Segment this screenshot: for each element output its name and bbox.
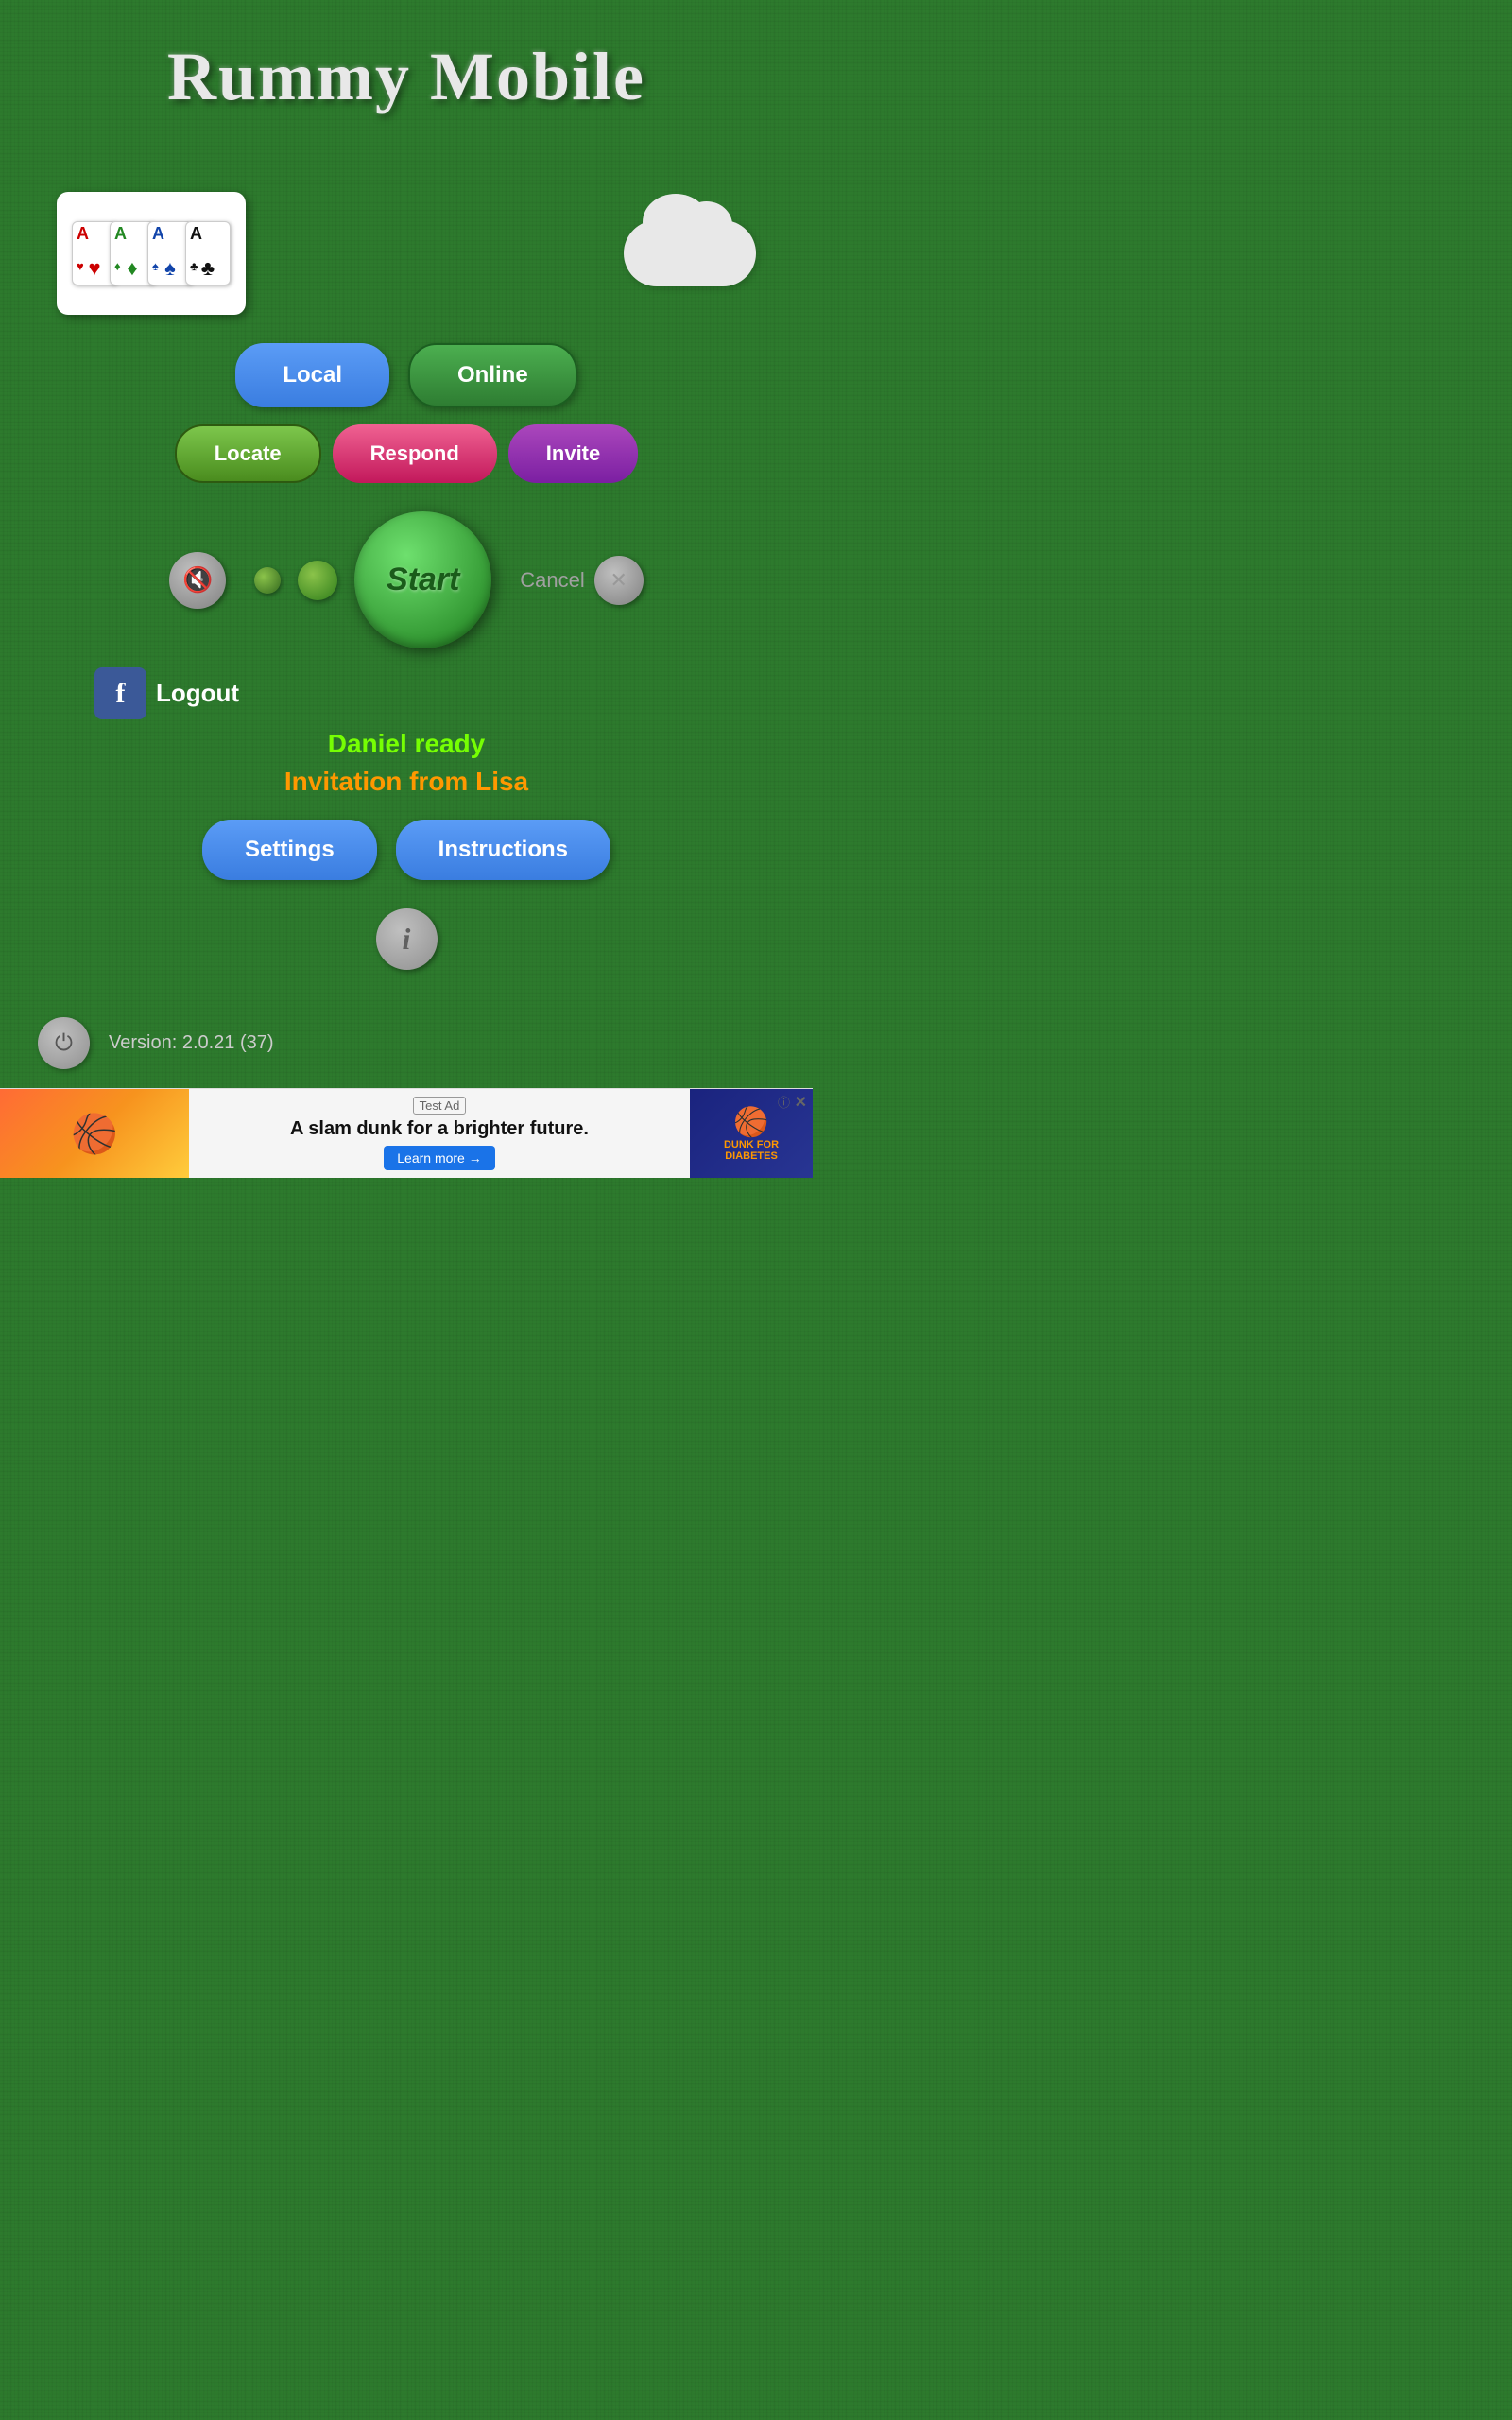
cancel-icon: ✕ — [610, 568, 627, 593]
cards-image: A ♥ ♥ A ♦ ♦ A ♠ ♠ A ♣ ♣ — [57, 192, 246, 315]
ad-image: 🏀 — [0, 1089, 189, 1179]
start-label: Start — [387, 562, 459, 598]
ad-content: Test Ad A slam dunk for a brighter futur… — [189, 1092, 690, 1175]
ad-info-icon[interactable]: ⓘ — [778, 1093, 790, 1111]
mute-icon: 🔇 — [182, 565, 213, 595]
online-button[interactable]: Online — [408, 343, 577, 407]
cancel-button[interactable]: ✕ — [594, 556, 644, 605]
bottom-buttons-row: Settings Instructions — [202, 820, 610, 880]
bottom-row: ⏻ Version: 2.0.21 (37) — [0, 1017, 813, 1069]
start-button[interactable]: Start — [354, 511, 491, 648]
start-area: 🔇 Start Cancel ✕ — [0, 511, 813, 648]
social-row: f Logout — [0, 667, 813, 719]
cloud-decoration — [624, 220, 756, 286]
mode-buttons-row: Local Online — [235, 343, 576, 407]
logout-button[interactable]: Logout — [156, 679, 239, 708]
facebook-icon[interactable]: f — [94, 667, 146, 719]
locate-button[interactable]: Locate — [175, 424, 321, 483]
power-button[interactable]: ⏻ — [38, 1017, 90, 1069]
dot-medium — [298, 561, 337, 600]
game-option-buttons-row: Locate Respond Invite — [175, 424, 639, 483]
card-fan: A ♥ ♥ A ♦ ♦ A ♠ ♠ A ♣ ♣ — [72, 221, 231, 285]
card-clubs: A ♣ ♣ — [185, 221, 231, 285]
start-inner: Start — [254, 511, 491, 648]
app-title: Rummy Mobile — [167, 38, 645, 116]
info-button[interactable]: i — [376, 908, 438, 970]
invite-button[interactable]: Invite — [508, 424, 638, 483]
cancel-text: Cancel — [520, 568, 584, 593]
respond-button[interactable]: Respond — [333, 424, 497, 483]
version-text: Version: 2.0.21 (37) — [109, 1032, 274, 1054]
ad-logo-text: DUNK FOR DIABETES — [697, 1139, 805, 1162]
mute-button[interactable]: 🔇 — [169, 552, 226, 609]
info-icon: i — [403, 922, 411, 957]
dot-small — [254, 567, 281, 594]
local-button[interactable]: Local — [235, 343, 389, 407]
settings-button[interactable]: Settings — [202, 820, 377, 880]
cancel-area: Cancel ✕ — [520, 556, 643, 605]
power-icon: ⏻ — [55, 1030, 73, 1057]
ad-headline: A slam dunk for a brighter future. — [290, 1118, 589, 1140]
ad-tag: Test Ad — [413, 1097, 467, 1115]
instructions-button[interactable]: Instructions — [396, 820, 610, 880]
daniel-ready-status: Daniel ready — [328, 729, 486, 759]
cards-cloud-row: A ♥ ♥ A ♦ ♦ A ♠ ♠ A ♣ ♣ — [0, 192, 813, 315]
ad-learn-more-button[interactable]: Learn more → — [384, 1146, 494, 1170]
ad-basketball-icon: 🏀 — [71, 1112, 118, 1156]
ad-banner: 🏀 Test Ad A slam dunk for a brighter fut… — [0, 1088, 813, 1178]
invitation-text: Invitation from Lisa — [284, 767, 528, 797]
ad-close-button[interactable]: ✕ — [795, 1093, 807, 1112]
